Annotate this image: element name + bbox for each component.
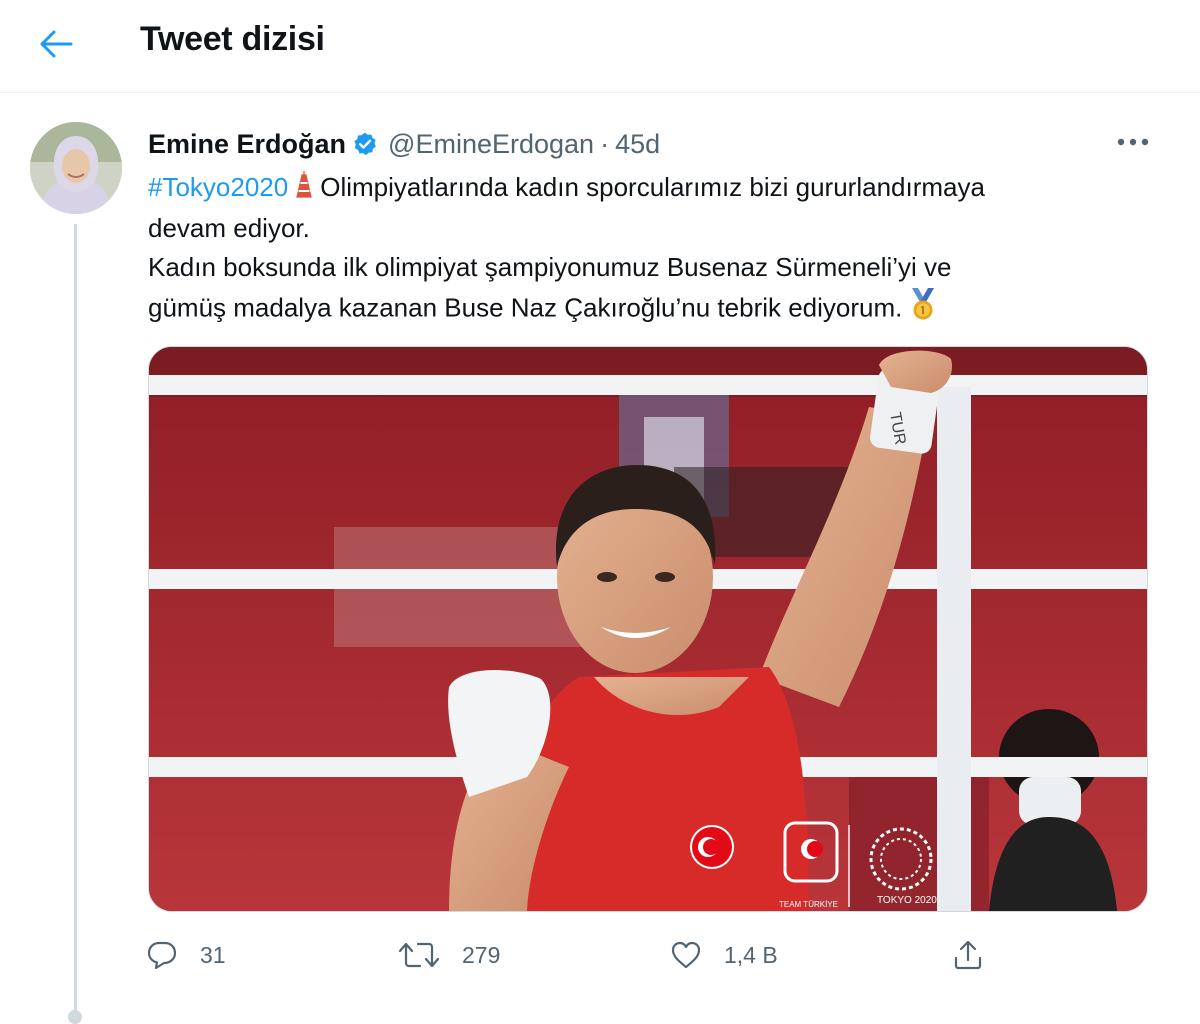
separator-dot: ·	[600, 128, 610, 159]
tweet-text-line4: gümüş madalya kazanan Buse Naz Çakıroğlu…	[148, 292, 903, 322]
author-handle[interactable]: @EmineErdogan	[388, 129, 594, 160]
like-count: 1,4 B	[724, 941, 778, 968]
reply-count: 31	[200, 941, 226, 968]
retweet-icon	[398, 942, 440, 968]
more-options-button[interactable]	[1108, 122, 1158, 162]
tweet-text: #Tokyo2020 Olimpiyatlarında kadın sporcu…	[148, 168, 1138, 332]
reply-button[interactable]: 31	[146, 930, 226, 980]
author-name[interactable]: Emine Erdoğan	[148, 129, 346, 160]
team-logo-caption: TEAM TÜRKİYE	[779, 900, 838, 909]
verified-badge-icon	[352, 131, 378, 157]
medal-emoji-icon	[908, 287, 938, 332]
hashtag-link[interactable]: #Tokyo2020	[148, 172, 288, 202]
share-button[interactable]	[952, 930, 984, 980]
heart-icon	[671, 941, 701, 969]
retweet-button[interactable]: 279	[398, 930, 500, 980]
top-bar: Tweet dizisi	[0, 0, 1200, 93]
tweet-text-line2: devam ediyor.	[148, 212, 310, 243]
page-title: Tweet dizisi	[140, 20, 325, 58]
tweet-media-photo[interactable]: TOKYO 2020 TEAM TÜRKİYE TUR	[148, 346, 1148, 912]
tweet-author-row: Emine Erdoğan @EmineErdogan · 45d	[148, 124, 660, 164]
tweet-text-line3: Kadın boksunda ilk olimpiyat şampiyonumu…	[148, 251, 952, 282]
tweet-timestamp[interactable]: 45d	[615, 129, 660, 160]
back-button[interactable]	[30, 22, 82, 66]
tokyo-tower-emoji-icon	[294, 170, 314, 209]
more-dots-icon	[1117, 138, 1149, 146]
reply-icon	[147, 941, 177, 970]
tweet-action-bar: 31 279 1,4 B	[140, 930, 1010, 980]
tokyo-logo-caption: TOKYO 2020	[877, 895, 937, 906]
tweet-text-line1: Olimpiyatlarında kadın sporcularımız biz…	[320, 172, 985, 202]
like-button[interactable]: 1,4 B	[670, 930, 778, 980]
share-icon	[954, 940, 982, 970]
thread-line	[74, 224, 77, 1014]
retweet-count: 279	[462, 941, 501, 968]
avatar[interactable]	[30, 122, 122, 214]
back-arrow-icon	[40, 30, 73, 58]
